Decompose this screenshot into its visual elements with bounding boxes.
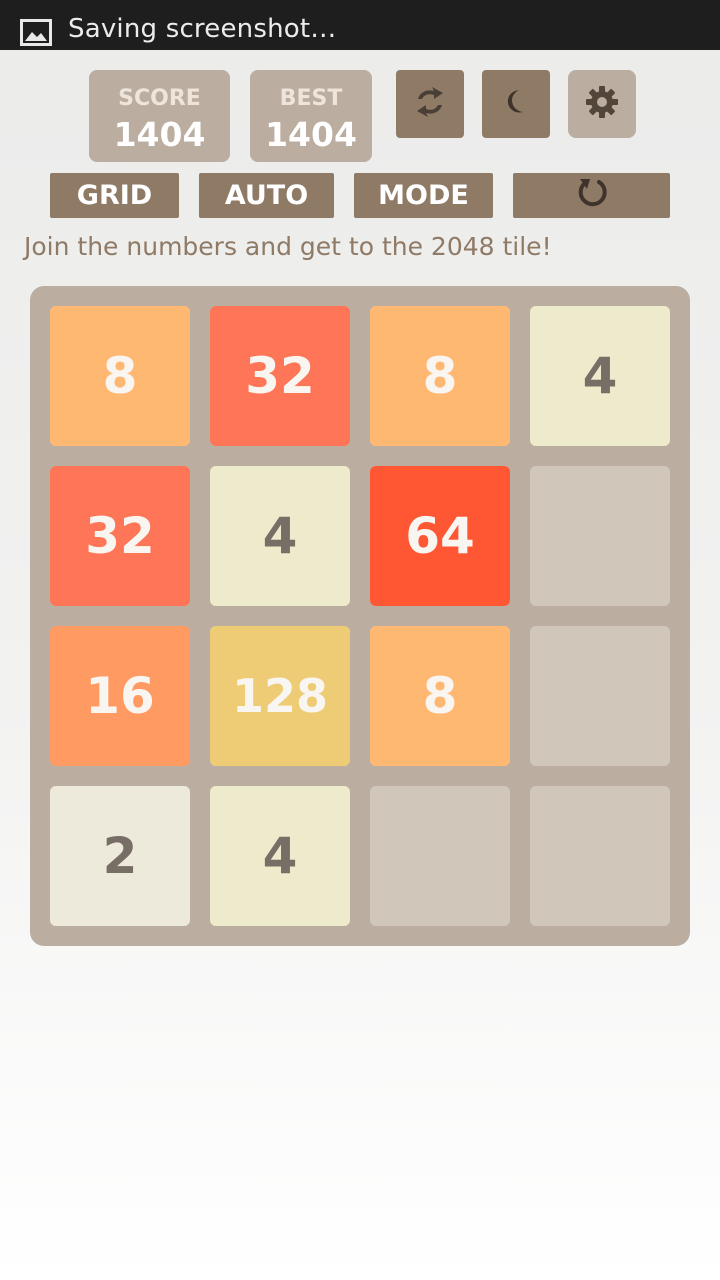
empty-cell — [530, 466, 670, 606]
tile: 32 — [50, 466, 190, 606]
status-bar: Saving screenshot… — [0, 0, 720, 50]
undo-icon — [575, 175, 609, 216]
status-notification-text: Saving screenshot… — [68, 14, 337, 44]
tile: 16 — [50, 626, 190, 766]
empty-cell — [530, 786, 670, 926]
tile: 64 — [370, 466, 510, 606]
tile: 32 — [210, 306, 350, 446]
tile: 8 — [50, 306, 190, 446]
game-instructions: Join the numbers and get to the 2048 til… — [24, 232, 552, 261]
swap-arrows-icon — [412, 84, 448, 124]
undo-button[interactable] — [513, 173, 670, 218]
empty-cell — [370, 786, 510, 926]
tile: 2 — [50, 786, 190, 926]
tile: 4 — [210, 786, 350, 926]
swap-button[interactable] — [396, 70, 464, 138]
tile: 128 — [210, 626, 350, 766]
settings-button[interactable] — [568, 70, 636, 138]
score-box: SCORE 1404 — [89, 70, 230, 162]
image-icon — [20, 19, 52, 47]
best-label: BEST — [279, 86, 343, 111]
tile: 4 — [210, 466, 350, 606]
score-value: 1404 — [113, 115, 206, 154]
tile: 8 — [370, 626, 510, 766]
empty-cell — [530, 626, 670, 766]
tile: 8 — [370, 306, 510, 446]
moon-icon — [501, 87, 531, 121]
auto-button[interactable]: AUTO — [199, 173, 334, 218]
score-label: SCORE — [118, 86, 201, 111]
tile: 4 — [530, 306, 670, 446]
night-mode-button[interactable] — [482, 70, 550, 138]
gear-icon — [584, 84, 620, 124]
mode-button[interactable]: MODE — [354, 173, 493, 218]
best-value: 1404 — [265, 115, 357, 154]
grid-button[interactable]: GRID — [50, 173, 179, 218]
best-box: BEST 1404 — [250, 70, 372, 162]
game-board[interactable]: 8 32 8 4 32 4 64 16 128 8 2 4 — [30, 286, 690, 946]
